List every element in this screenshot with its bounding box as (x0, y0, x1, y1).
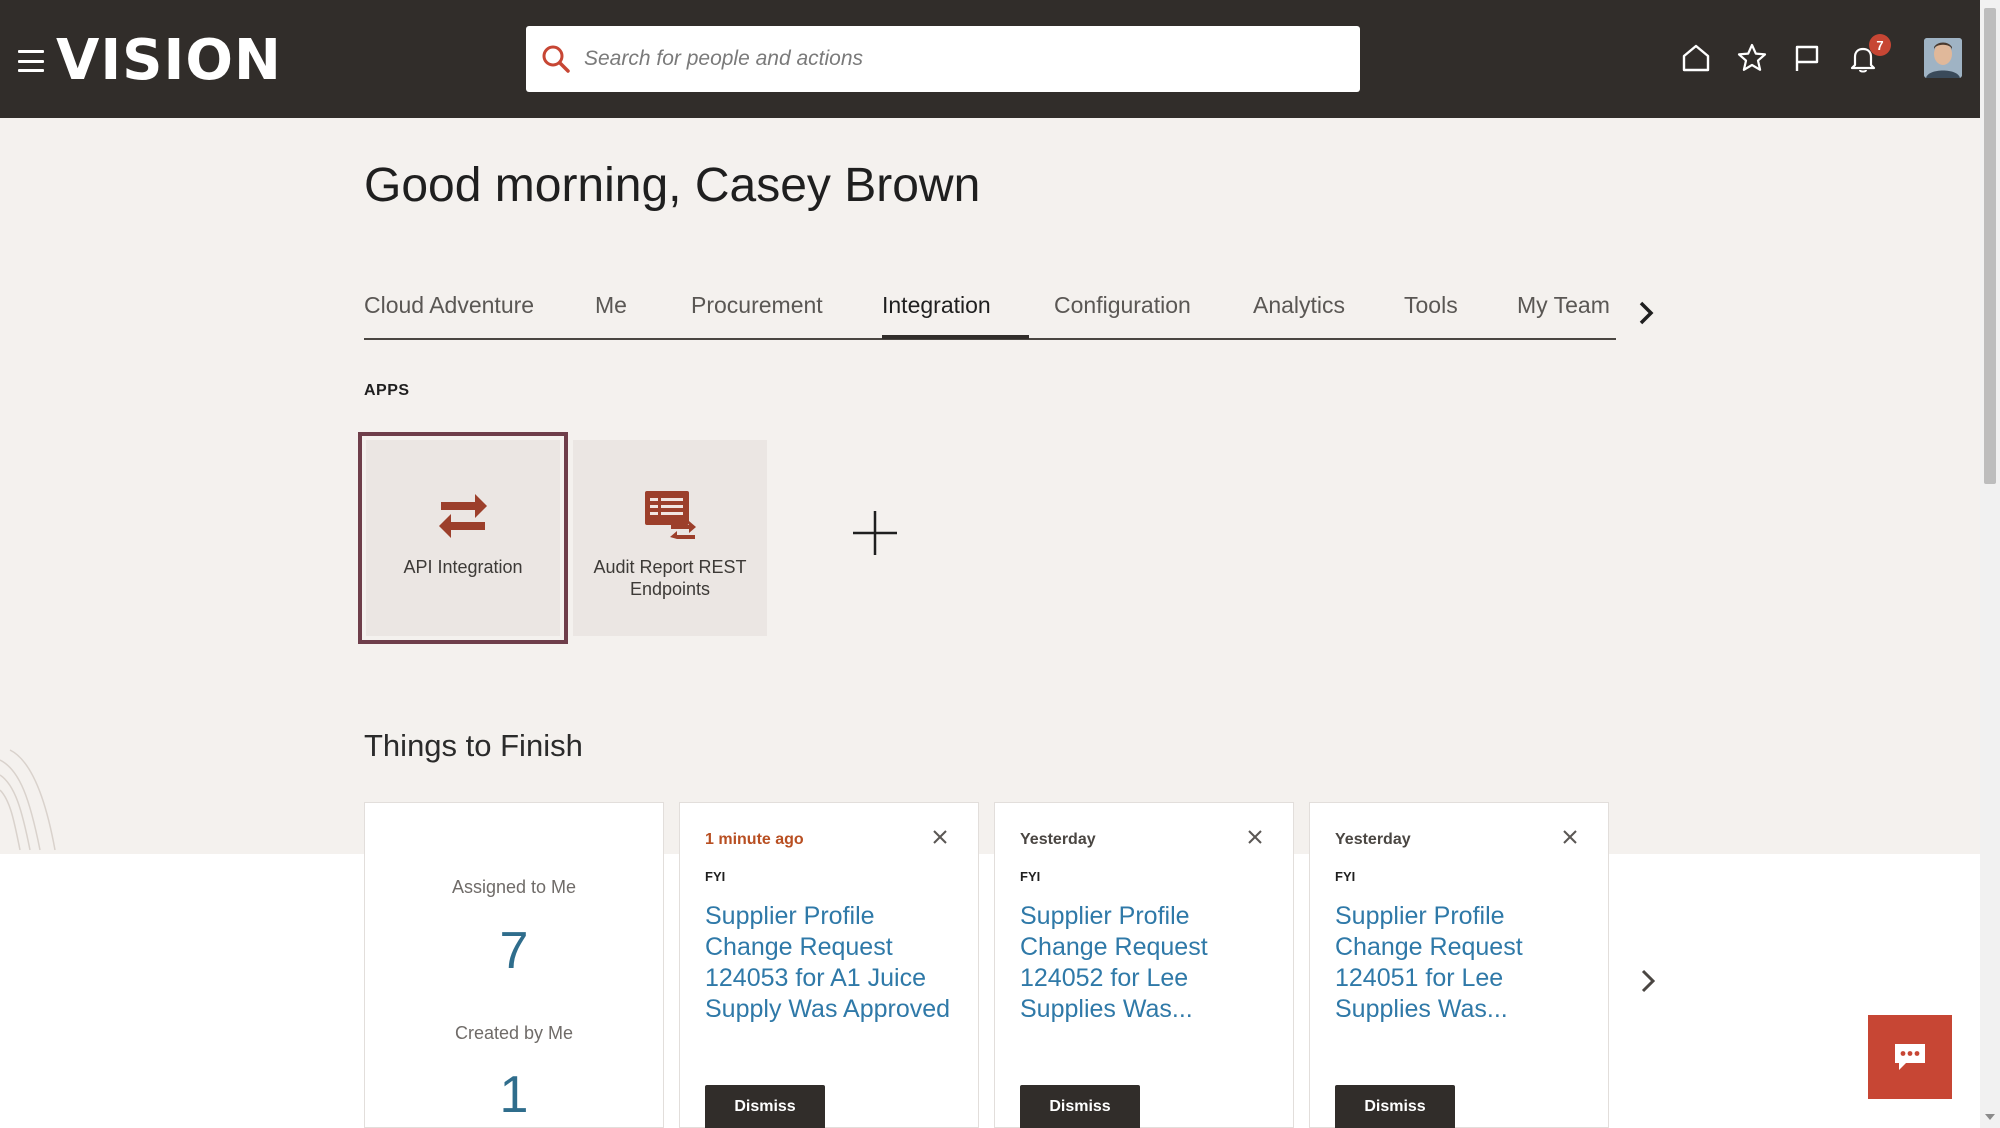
card-title-link[interactable]: Supplier Profile Change Request 124052 f… (1020, 901, 1280, 1025)
chat-bubble-icon (1895, 1044, 1925, 1070)
apps-section-label: APPS (364, 382, 410, 399)
page-scrollbar[interactable] (1980, 0, 2000, 1128)
tab-bar: Cloud Adventure Me Procurement Integrati… (364, 282, 1616, 340)
tab-configuration[interactable]: Configuration (1054, 292, 1191, 319)
card-type-label: FYI (705, 869, 726, 884)
chat-button[interactable] (1868, 1015, 1952, 1099)
menu-icon[interactable] (18, 50, 44, 72)
tab-me[interactable]: Me (595, 292, 627, 319)
search-icon (536, 39, 576, 79)
app-tile-audit-report-rest-endpoints[interactable]: Audit Report REST Endpoints (573, 440, 767, 636)
tabs-next-chevron-icon[interactable] (1634, 298, 1658, 328)
notification-badge: 7 (1869, 34, 1891, 56)
bell-icon[interactable]: 7 (1845, 34, 1891, 76)
tab-cloud-adventure[interactable]: Cloud Adventure (364, 292, 534, 319)
user-avatar[interactable] (1924, 38, 1962, 78)
summary-card: Assigned to Me 7 Created by Me 1 (364, 802, 664, 1128)
things-to-finish-title: Things to Finish (364, 728, 583, 763)
vision-logo[interactable]: VISION (56, 26, 282, 96)
scroll-down-arrow-icon[interactable] (1985, 1114, 1995, 1120)
tab-procurement[interactable]: Procurement (691, 292, 823, 319)
report-transfer-icon (640, 484, 700, 544)
notification-card[interactable]: 1 minute ago FYI Supplier Profile Change… (679, 802, 979, 1128)
dismiss-button[interactable]: Dismiss (1335, 1085, 1455, 1128)
notification-card[interactable]: Yesterday FYI Supplier Profile Change Re… (1309, 802, 1609, 1128)
card-timestamp: Yesterday (1335, 831, 1411, 848)
tab-my-team[interactable]: My Team (1517, 292, 1610, 319)
app-tile-label: API Integration (403, 557, 523, 577)
home-icon[interactable] (1678, 40, 1714, 76)
card-type-label: FYI (1335, 869, 1356, 884)
scrollbar-thumb[interactable] (1984, 8, 1996, 484)
content-background (0, 854, 1980, 1128)
tab-analytics[interactable]: Analytics (1253, 292, 1345, 319)
close-icon[interactable] (932, 829, 948, 845)
created-by-me-count[interactable]: 1 (365, 1065, 663, 1125)
tab-integration[interactable]: Integration (882, 292, 991, 319)
notification-card[interactable]: Yesterday FYI Supplier Profile Change Re… (994, 802, 1294, 1128)
card-title-link[interactable]: Supplier Profile Change Request 124053 f… (705, 901, 965, 1025)
card-timestamp: Yesterday (1020, 831, 1096, 848)
app-tile-label: Audit Report REST Endpoints (593, 557, 747, 599)
app-tile-api-integration[interactable]: API Integration (358, 432, 568, 644)
card-timestamp: 1 minute ago (705, 831, 804, 848)
decorative-pattern (0, 749, 56, 851)
search-input[interactable] (584, 47, 1324, 71)
card-type-label: FYI (1020, 869, 1041, 884)
card-title-link[interactable]: Supplier Profile Change Request 124051 f… (1335, 901, 1595, 1025)
add-app-plus-icon[interactable] (852, 510, 898, 556)
global-header: VISION 7 (0, 0, 1980, 118)
created-by-me-label: Created by Me (454, 1023, 574, 1043)
cards-next-chevron-icon[interactable] (1636, 966, 1660, 996)
assigned-to-me-label: Assigned to Me (451, 877, 577, 897)
dismiss-button[interactable]: Dismiss (705, 1085, 825, 1128)
tab-tools[interactable]: Tools (1404, 292, 1458, 319)
flag-icon[interactable] (1789, 40, 1825, 76)
transfer-arrows-icon (433, 484, 493, 544)
page-greeting: Good morning, Casey Brown (364, 159, 981, 212)
close-icon[interactable] (1562, 829, 1578, 845)
search-bar[interactable] (526, 26, 1360, 92)
active-tab-indicator (882, 335, 1029, 339)
assigned-to-me-count[interactable]: 7 (365, 921, 663, 981)
star-icon[interactable] (1734, 40, 1770, 76)
dismiss-button[interactable]: Dismiss (1020, 1085, 1140, 1128)
close-icon[interactable] (1247, 829, 1263, 845)
